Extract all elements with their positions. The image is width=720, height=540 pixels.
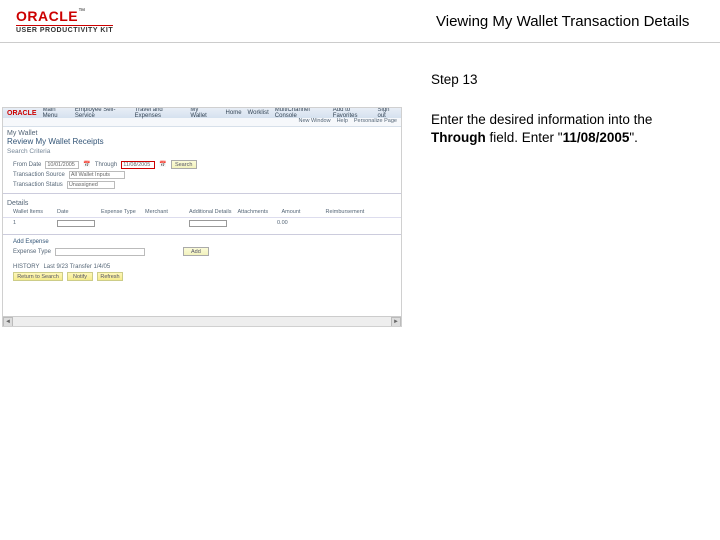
app-submenubar: New Window Help Personalize Page xyxy=(3,118,401,127)
row-checkbox[interactable] xyxy=(57,220,95,227)
row-idx: 1 xyxy=(13,220,51,229)
add-button[interactable]: Add xyxy=(183,247,209,256)
doc-header: ORACLE™ USER PRODUCTIVITY KIT Viewing My… xyxy=(0,0,720,43)
col-wallet: Wallet Items xyxy=(13,209,51,215)
menu-ess: Employee Self-Service xyxy=(75,107,129,119)
trademark: ™ xyxy=(78,8,85,15)
history-label: HISTORY xyxy=(13,264,39,270)
table-row: 1 0.00 xyxy=(3,218,401,231)
col-date: Date xyxy=(57,209,95,215)
instr-fieldname: Through xyxy=(431,130,486,145)
app-subtitle: Search Criteria xyxy=(3,148,401,159)
bottom-buttons: Return to Search Notify Refresh xyxy=(3,271,401,282)
search-button[interactable]: Search xyxy=(171,160,197,169)
status-row: Transaction Status Unassigned xyxy=(3,180,401,190)
app-brand: ORACLE xyxy=(7,110,37,117)
expense-type-row: Expense Type Add xyxy=(3,246,401,257)
nav-home[interactable]: Home xyxy=(226,110,242,116)
doc-body: ORACLE Main Menu Employee Self-Service T… xyxy=(0,43,720,327)
source-label: Transaction Source xyxy=(13,172,65,178)
col-amount: Amount xyxy=(282,209,320,215)
col-merchant: Merchant xyxy=(145,209,183,215)
brand-logo: ORACLE™ USER PRODUCTIVITY KIT xyxy=(16,8,146,34)
breadcrumb: My Wallet xyxy=(3,127,401,137)
source-row: Transaction Source All Wallet Inputs xyxy=(3,170,401,180)
through-input[interactable]: 11/08/2005 xyxy=(121,161,155,169)
from-date-input[interactable]: 10/01/2005 xyxy=(45,161,79,169)
col-reimb: Reimbursement xyxy=(326,209,365,215)
nav-worklist[interactable]: Worklist xyxy=(248,110,269,116)
instruction-text: Enter the desired information into the T… xyxy=(431,111,700,147)
instr-part1: Enter the desired information into the xyxy=(431,112,652,127)
link-newwindow[interactable]: New Window xyxy=(298,118,330,126)
app-menubar: ORACLE Main Menu Employee Self-Service T… xyxy=(3,108,401,118)
history-row: HISTORY Last 9/23 Transfer 1/4/05 xyxy=(3,263,401,271)
scroll-right-icon[interactable]: ► xyxy=(391,317,401,327)
step-number: Step 13 xyxy=(431,71,700,89)
date-row: From Date 10/01/2005 📅 Through 11/08/200… xyxy=(3,159,401,170)
refresh-button[interactable]: Refresh xyxy=(97,272,123,281)
col-addl: Additional Details xyxy=(189,209,232,215)
menu-wallet: My Wallet xyxy=(190,107,213,119)
row-detail-checkbox[interactable] xyxy=(189,220,227,227)
return-search-button[interactable]: Return to Search xyxy=(13,272,63,281)
status-select[interactable]: Unassigned xyxy=(67,181,115,189)
menu-te: Travel and Expenses xyxy=(135,107,185,119)
col-attach: Attachments xyxy=(238,209,276,215)
status-label: Transaction Status xyxy=(13,182,63,188)
calendar-icon[interactable]: 📅 xyxy=(159,161,166,168)
instr-value: 11/08/2005 xyxy=(563,130,630,145)
through-label: Through xyxy=(95,162,117,168)
add-expense-label: Add Expense xyxy=(13,239,49,245)
expense-type-label: Expense Type xyxy=(13,249,51,255)
expense-type-select[interactable] xyxy=(55,248,145,256)
history-value: Last 9/23 Transfer 1/4/05 xyxy=(43,264,110,270)
page-title: Viewing My Wallet Transaction Details xyxy=(146,13,704,30)
col-type: Expense Type xyxy=(101,209,139,215)
link-personalize[interactable]: Personalize Page xyxy=(354,118,397,126)
product-name: USER PRODUCTIVITY KIT xyxy=(16,25,113,34)
scroll-left-icon[interactable]: ◄ xyxy=(3,317,13,327)
app-screenshot-thumb: ORACLE Main Menu Employee Self-Service T… xyxy=(2,107,402,327)
notify-button[interactable]: Notify xyxy=(67,272,93,281)
from-date-label: From Date xyxy=(13,162,41,168)
instr-part2: field. Enter " xyxy=(486,130,563,145)
link-help[interactable]: Help xyxy=(337,118,348,126)
app-page-title: Review My Wallet Receipts xyxy=(3,137,401,148)
add-expense-header: Add Expense xyxy=(3,238,401,246)
screenshot-column: ORACLE Main Menu Employee Self-Service T… xyxy=(0,47,415,327)
row-amount: 0.00 xyxy=(277,220,315,229)
brand-name: ORACLE xyxy=(16,8,78,24)
menu-main: Main Menu xyxy=(43,107,69,119)
instr-part3: ". xyxy=(629,130,638,145)
calendar-icon[interactable]: 📅 xyxy=(83,161,90,168)
instructions: Step 13 Enter the desired information in… xyxy=(415,47,720,327)
source-select[interactable]: All Wallet Inputs xyxy=(69,171,125,179)
horizontal-scrollbar[interactable]: ◄ ► xyxy=(3,316,401,326)
table-header: Wallet Items Date Expense Type Merchant … xyxy=(3,207,401,218)
details-label: Details xyxy=(3,197,401,207)
